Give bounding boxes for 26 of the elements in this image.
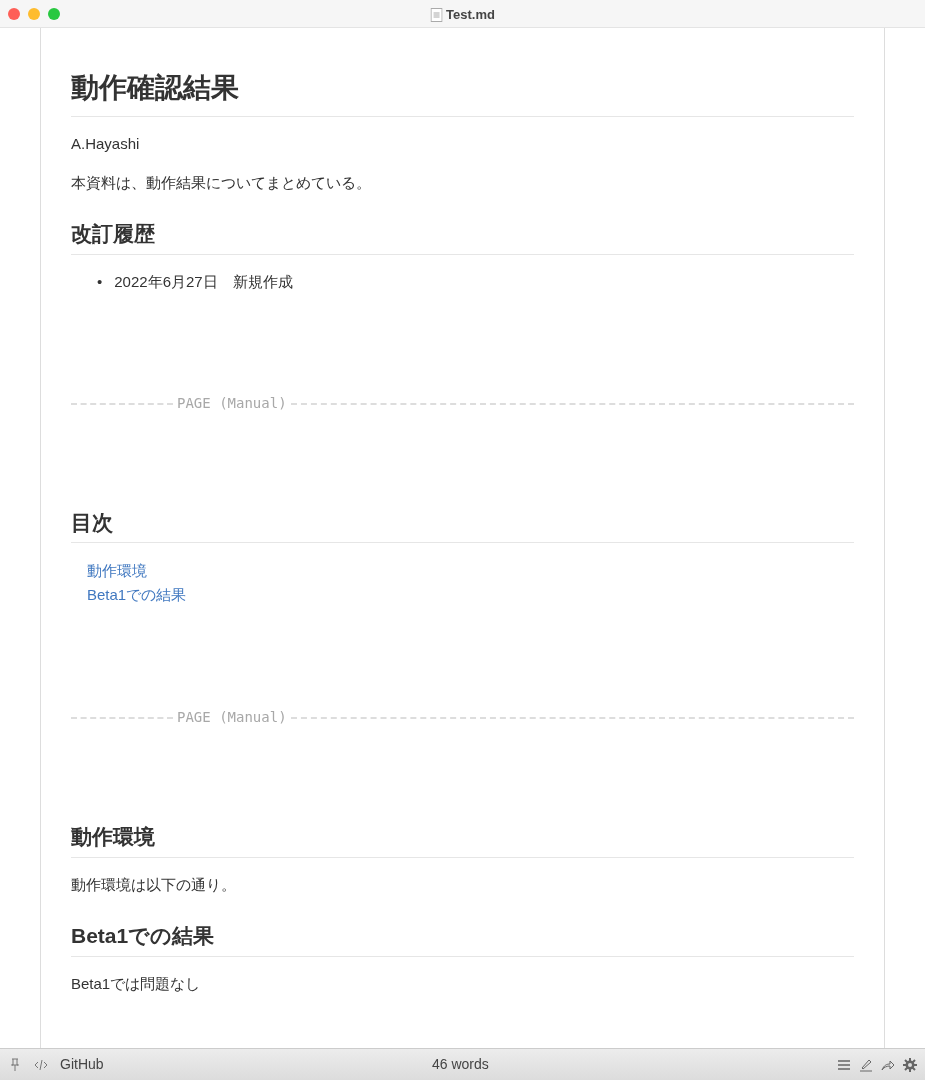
paragraph: 本資料は、動作結果についてまとめている。 <box>71 172 372 193</box>
toc-link[interactable]: Beta1での結果 <box>87 583 187 608</box>
word-count[interactable]: 46 words <box>432 1054 489 1075</box>
highlighter-icon[interactable] <box>859 1057 873 1072</box>
close-button[interactable] <box>8 7 20 20</box>
document-title: 動作確認結果 <box>71 70 854 118</box>
zoom-button[interactable] <box>48 7 60 20</box>
list-item: 2022年6月27日 新規作成 <box>114 271 293 292</box>
section-heading: 動作環境 <box>71 823 854 858</box>
paragraph: A.Hayashi <box>71 134 141 155</box>
section-heading: Beta1での結果 <box>71 922 854 957</box>
page-break-label: PAGE (Manual) <box>176 708 288 728</box>
page-break-label: PAGE (Manual) <box>176 394 288 414</box>
toc-link[interactable]: 動作環境 <box>87 559 147 584</box>
minimize-button[interactable] <box>28 7 40 20</box>
settings-icon[interactable] <box>903 1057 917 1072</box>
bullet: • <box>97 271 103 292</box>
window-title: Test.md <box>446 6 495 24</box>
section-heading: 目次 <box>71 509 854 544</box>
paragraph: Beta1では問題なし <box>71 973 202 994</box>
status-label[interactable]: GitHub <box>60 1054 104 1075</box>
code-icon[interactable] <box>34 1057 48 1072</box>
paragraph: 動作環境は以下の通り。 <box>71 874 237 895</box>
section-heading: 改訂履歴 <box>71 220 854 255</box>
list-icon[interactable] <box>837 1057 851 1072</box>
document-icon <box>430 7 443 22</box>
